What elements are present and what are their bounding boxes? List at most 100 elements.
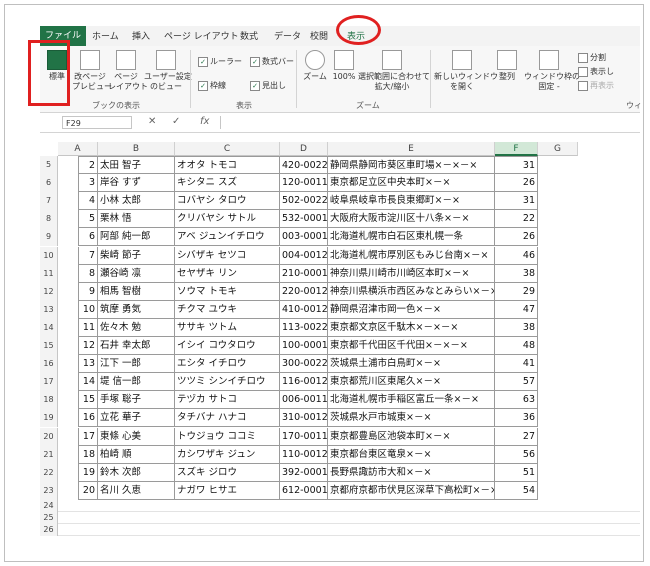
table-cell-zip[interactable]: 210-0001 — [280, 264, 328, 283]
table-cell-age[interactable]: 36 — [495, 409, 538, 428]
table-cell-age[interactable]: 63 — [495, 391, 538, 410]
table-cell-name[interactable]: 柏崎 順 — [98, 445, 175, 464]
table-cell-addr[interactable]: 長野県諏訪市大和×－× — [328, 463, 495, 482]
table-cell-addr[interactable]: 岐阜県岐阜市長良東郷町×－× — [328, 192, 495, 211]
table-cell-no[interactable]: 16 — [78, 409, 98, 428]
table-cell-kana[interactable]: シバザキ セツコ — [175, 246, 280, 265]
table-cell-kana[interactable]: チクマ ユウキ — [175, 300, 280, 319]
column-header-f[interactable]: F — [495, 142, 538, 156]
table-cell-age[interactable]: 38 — [495, 264, 538, 283]
table-cell-zip[interactable]: 004-0012 — [280, 246, 328, 265]
table-cell-no[interactable]: 10 — [78, 300, 98, 319]
table-cell-kana[interactable]: オオタ トモコ — [175, 156, 280, 175]
table-cell-name[interactable]: 小林 太郎 — [98, 192, 175, 211]
table-cell-age[interactable]: 46 — [495, 246, 538, 265]
table-cell-kana[interactable]: ツツミ シンイチロウ — [175, 373, 280, 392]
table-cell-age[interactable]: 47 — [495, 300, 538, 319]
table-cell-kana[interactable]: トウジョウ ココミ — [175, 427, 280, 446]
table-cell-age[interactable]: 31 — [495, 156, 538, 175]
table-cell-addr[interactable]: 静岡県沼津市岡一色×－× — [328, 300, 495, 319]
table-cell-name[interactable]: 栗林 悟 — [98, 210, 175, 229]
table-cell-no[interactable]: 18 — [78, 445, 98, 464]
table-cell-age[interactable]: 29 — [495, 282, 538, 301]
table-cell-addr[interactable]: 静岡県静岡市葵区車町場×－×－× — [328, 156, 495, 175]
table-cell-addr[interactable]: 東京都千代田区千代田×－×－× — [328, 337, 495, 356]
table-cell-age[interactable]: 48 — [495, 337, 538, 356]
table-cell-kana[interactable]: テヅカ サトコ — [175, 391, 280, 410]
table-cell-name[interactable]: 堤 信一郎 — [98, 373, 175, 392]
table-cell-zip[interactable]: 116-0012 — [280, 373, 328, 392]
row-header[interactable]: 16 — [40, 355, 58, 374]
tab-data[interactable]: データ — [274, 29, 301, 42]
zoom-100-button[interactable]: 100% — [330, 50, 358, 82]
name-box[interactable]: F29 — [62, 116, 132, 129]
table-cell-no[interactable]: 13 — [78, 355, 98, 374]
table-cell-age[interactable]: 27 — [495, 427, 538, 446]
table-cell-no[interactable]: 2 — [78, 156, 98, 175]
tab-home[interactable]: ホーム — [92, 29, 119, 42]
table-cell-zip[interactable]: 110-0012 — [280, 445, 328, 464]
table-cell-age[interactable]: 41 — [495, 355, 538, 374]
table-cell-zip[interactable]: 100-0001 — [280, 337, 328, 356]
row-header[interactable]: 22 — [40, 463, 58, 482]
row-header[interactable]: 26 — [40, 523, 58, 536]
table-cell-no[interactable]: 4 — [78, 192, 98, 211]
page-layout-view-button[interactable]: ページ レイアウト — [108, 50, 148, 92]
table-cell-kana[interactable]: スズキ ジロウ — [175, 463, 280, 482]
table-cell-no[interactable]: 3 — [78, 174, 98, 193]
column-header-d[interactable]: D — [280, 142, 328, 156]
table-cell-no[interactable]: 17 — [78, 427, 98, 446]
table-cell-kana[interactable]: ナガワ ヒサエ — [175, 481, 280, 500]
table-cell-zip[interactable]: 170-0011 — [280, 427, 328, 446]
headings-checkbox[interactable]: ✓ 見出し — [250, 80, 286, 91]
arrange-all-button[interactable]: 整列 — [494, 50, 520, 82]
table-cell-addr[interactable]: 東京都台東区竜泉×－× — [328, 445, 495, 464]
row-header[interactable]: 14 — [40, 318, 58, 337]
column-header-a[interactable]: A — [58, 142, 98, 156]
table-cell-no[interactable]: 11 — [78, 318, 98, 337]
table-cell-zip[interactable]: 003-0001 — [280, 228, 328, 247]
table-cell-addr[interactable]: 東京都足立区中央本町×－× — [328, 174, 495, 193]
table-cell-kana[interactable]: タチバナ ハナコ — [175, 409, 280, 428]
row-header[interactable]: 24 — [40, 499, 58, 512]
hide-button[interactable]: 表示し — [578, 66, 614, 77]
column-header-g[interactable]: G — [538, 142, 578, 156]
tab-formulas[interactable]: 数式 — [240, 29, 258, 42]
table-cell-no[interactable]: 8 — [78, 264, 98, 283]
table-cell-no[interactable]: 12 — [78, 337, 98, 356]
row-header[interactable]: 21 — [40, 445, 58, 464]
tab-page-layout[interactable]: ページ レイアウト — [164, 29, 239, 42]
column-header-e[interactable]: E — [328, 142, 495, 156]
table-cell-addr[interactable]: 茨城県水戸市城東×－× — [328, 409, 495, 428]
custom-views-button[interactable]: ユーザー設定 のビュー — [144, 50, 192, 92]
table-cell-age[interactable]: 54 — [495, 481, 538, 500]
table-cell-zip[interactable]: 006-0011 — [280, 391, 328, 410]
row-header[interactable]: 18 — [40, 391, 58, 410]
row-header[interactable]: 13 — [40, 300, 58, 319]
gridlines-checkbox[interactable]: ✓ 枠線 — [198, 80, 226, 91]
table-cell-kana[interactable]: イシイ コウタロウ — [175, 337, 280, 356]
table-cell-zip[interactable]: 410-0012 — [280, 300, 328, 319]
freeze-panes-button[interactable]: ウィンドウ枠の 固定 - — [524, 50, 580, 92]
table-cell-age[interactable]: 22 — [495, 210, 538, 229]
table-cell-addr[interactable]: 神奈川県横浜市西区みなとみらい×－× — [328, 282, 495, 301]
zoom-button[interactable]: ズーム — [300, 50, 330, 82]
tab-insert[interactable]: 挿入 — [132, 29, 150, 42]
table-cell-addr[interactable]: 茨城県土浦市白鳥町×－× — [328, 355, 495, 374]
zoom-to-selection-button[interactable]: 選択範囲に合わせて 拡大/縮小 — [358, 50, 430, 92]
table-cell-addr[interactable]: 北海道札幌市白石区東札幌一条 — [328, 228, 495, 247]
table-cell-age[interactable]: 38 — [495, 318, 538, 337]
table-cell-name[interactable]: 石井 幸太郎 — [98, 337, 175, 356]
function-icon[interactable]: fx — [200, 116, 209, 127]
table-cell-zip[interactable]: 502-0022 — [280, 192, 328, 211]
table-cell-addr[interactable]: 東京都文京区千駄木×－×－× — [328, 318, 495, 337]
table-cell-no[interactable]: 6 — [78, 228, 98, 247]
table-cell-name[interactable]: 江下 一郎 — [98, 355, 175, 374]
table-cell-zip[interactable]: 392-0001 — [280, 463, 328, 482]
row-header[interactable]: 9 — [40, 228, 58, 247]
table-cell-zip[interactable]: 120-0011 — [280, 174, 328, 193]
table-cell-name[interactable]: 柴崎 節子 — [98, 246, 175, 265]
table-cell-kana[interactable]: ソウマ トモキ — [175, 282, 280, 301]
unhide-button[interactable]: 再表示 — [578, 80, 614, 91]
table-cell-age[interactable]: 56 — [495, 445, 538, 464]
